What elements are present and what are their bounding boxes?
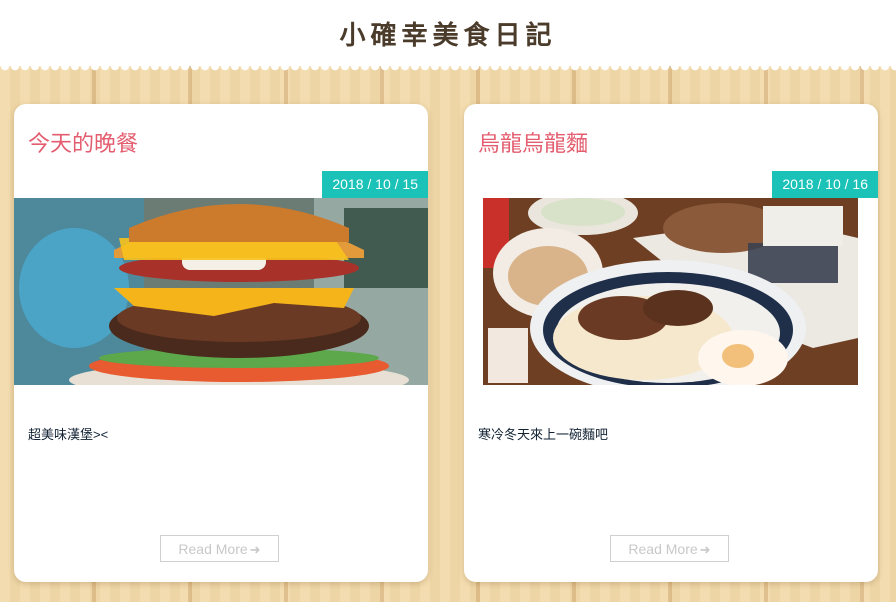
- burger-photo: [14, 198, 428, 385]
- read-more-label: Read More: [178, 541, 248, 557]
- site-title: 小確幸美食日記: [339, 20, 557, 51]
- read-more-label: Read More: [628, 541, 698, 557]
- arrow-right-icon: ➜: [249, 542, 261, 557]
- post-date-badge: 2018 / 10 / 15: [322, 171, 428, 198]
- arrow-right-icon: ➜: [699, 542, 711, 557]
- post-date-badge: 2018 / 10 / 16: [772, 171, 878, 198]
- site-header: 小確幸美食日記: [0, 0, 896, 66]
- post-excerpt: 超美味漢堡><: [28, 427, 109, 442]
- post-card-2: 烏龍烏龍麵 2018 / 10 / 16 寒冷冬天來上一碗麵吧 Read Mor…: [464, 104, 878, 582]
- read-more-button[interactable]: Read More ➜: [160, 535, 279, 562]
- udon-photo: [483, 198, 858, 385]
- post-title[interactable]: 烏龍烏龍麵: [478, 126, 588, 158]
- scalloped-edge: [0, 66, 896, 74]
- post-title[interactable]: 今天的晚餐: [28, 126, 138, 158]
- post-excerpt: 寒冷冬天來上一碗麵吧: [478, 427, 609, 442]
- read-more-button[interactable]: Read More ➜: [610, 535, 729, 562]
- post-card-1: 今天的晚餐 2018 / 10 / 15 超美味漢堡>< Read More ➜: [14, 104, 428, 582]
